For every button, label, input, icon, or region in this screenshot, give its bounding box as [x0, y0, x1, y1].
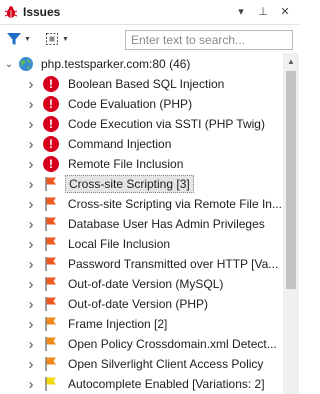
tree-root-node[interactable]: ⌄ php.testsparker.com:80 (46) — [0, 54, 283, 74]
expand-arrow-icon[interactable]: › — [26, 374, 36, 394]
medium-severity-flag-icon — [43, 336, 59, 352]
issue-label: Code Execution via SSTI (PHP Twig) — [68, 117, 265, 131]
tree-issue-row[interactable]: › Password Transmitted over HTTP [Va... — [0, 254, 283, 274]
search-input[interactable] — [126, 31, 292, 49]
critical-severity-icon: ! — [43, 136, 59, 152]
tree-issue-row[interactable]: ›! Remote File Inclusion — [0, 154, 283, 174]
tree-issue-row[interactable]: › Open Policy Crossdomain.xml Detect... — [0, 334, 283, 354]
search-box[interactable] — [125, 30, 293, 50]
issue-label: Open Silverlight Client Access Policy — [68, 357, 264, 371]
critical-severity-icon: ! — [43, 156, 59, 172]
expand-arrow-icon[interactable]: › — [26, 354, 36, 374]
expand-arrow-icon[interactable]: › — [26, 274, 36, 294]
expand-arrow-icon[interactable]: › — [26, 314, 36, 334]
issues-toolbar: ▼ ▼ — [0, 25, 299, 53]
low-severity-flag-icon — [43, 376, 59, 392]
group-icon — [46, 33, 58, 45]
expand-arrow-icon[interactable]: › — [26, 334, 36, 354]
tree-issue-row[interactable]: › Cross-site Scripting [3] — [0, 174, 283, 194]
critical-severity-icon: ! — [43, 96, 59, 112]
expand-arrow-icon[interactable]: › — [26, 154, 36, 174]
scrollbar-thumb[interactable] — [286, 71, 296, 289]
tree-issue-row[interactable]: › Autocomplete Enabled [Variations: 2] — [0, 374, 283, 394]
tree-issue-row[interactable]: › Out-of-date Version (MySQL) — [0, 274, 283, 294]
high-severity-flag-icon — [43, 256, 59, 272]
tree-issue-row[interactable]: › Local File Inclusion — [0, 234, 283, 254]
tree-issue-row[interactable]: › Out-of-date Version (PHP) — [0, 294, 283, 314]
medium-severity-flag-icon — [43, 316, 59, 332]
panel-title: Issues — [23, 5, 61, 19]
issue-label: Command Injection — [68, 137, 172, 151]
issues-tree: ⌄ php.testsparker.com:80 (46) ›! Boolean … — [0, 53, 283, 394]
bug-icon — [3, 4, 19, 20]
expand-arrow-icon[interactable]: › — [26, 294, 36, 314]
panel-titlebar: Issues ▾ ⊥ ✕ — [0, 0, 299, 25]
group-by-button[interactable]: ▼ — [44, 29, 74, 49]
issue-label: Autocomplete Enabled [Variations: 2] — [68, 377, 265, 391]
tree-issue-row[interactable]: › Cross-site Scripting via Remote File In… — [0, 194, 283, 214]
expand-arrow-icon[interactable]: › — [26, 194, 36, 214]
high-severity-flag-icon — [43, 276, 59, 292]
chevron-down-icon: ▼ — [62, 35, 69, 43]
collapse-arrow-icon[interactable]: ⌄ — [4, 54, 14, 74]
expand-arrow-icon[interactable]: › — [26, 134, 36, 154]
tree-issue-row[interactable]: ›! Command Injection — [0, 134, 283, 154]
critical-severity-icon: ! — [43, 116, 59, 132]
tree-issue-row[interactable]: ›! Code Evaluation (PHP) — [0, 94, 283, 114]
close-icon[interactable]: ✕ — [277, 4, 293, 20]
tree-issue-row[interactable]: ›! Code Execution via SSTI (PHP Twig) — [0, 114, 283, 134]
high-severity-flag-icon — [43, 236, 59, 252]
issue-label: Database User Has Admin Privileges — [68, 217, 265, 231]
vertical-scrollbar[interactable]: ▲ — [283, 53, 299, 394]
critical-severity-icon: ! — [43, 76, 59, 92]
issue-label: Password Transmitted over HTTP [Va... — [68, 257, 279, 271]
issue-label: Out-of-date Version (PHP) — [68, 297, 209, 311]
scroll-up-arrow-icon[interactable]: ▲ — [283, 53, 299, 70]
expand-arrow-icon[interactable]: › — [26, 114, 36, 134]
pin-icon[interactable]: ⊥ — [255, 4, 271, 20]
expand-arrow-icon[interactable]: › — [26, 234, 36, 254]
chevron-down-icon: ▼ — [24, 35, 31, 43]
high-severity-flag-icon — [43, 296, 59, 312]
high-severity-flag-icon — [43, 176, 59, 192]
issue-label: Local File Inclusion — [68, 237, 171, 251]
issue-label: Boolean Based SQL Injection — [68, 77, 225, 91]
panel-menu-dropdown-icon[interactable]: ▾ — [233, 4, 249, 20]
globe-icon — [18, 56, 34, 72]
issue-label: Open Policy Crossdomain.xml Detect... — [68, 337, 277, 351]
issue-label: Cross-site Scripting via Remote File In.… — [67, 197, 282, 211]
expand-arrow-icon[interactable]: › — [26, 254, 36, 274]
high-severity-flag-icon — [43, 216, 59, 232]
issue-label: Remote File Inclusion — [68, 157, 184, 171]
filter-button[interactable]: ▼ — [6, 29, 36, 49]
tree-issue-row[interactable]: › Open Silverlight Client Access Policy — [0, 354, 283, 374]
expand-arrow-icon[interactable]: › — [26, 94, 36, 114]
issue-label: Code Evaluation (PHP) — [68, 97, 193, 111]
filter-icon — [7, 33, 21, 45]
issue-label: Out-of-date Version (MySQL) — [68, 277, 224, 291]
issue-label: Cross-site Scripting [3] — [65, 175, 194, 193]
medium-severity-flag-icon — [43, 356, 59, 372]
expand-arrow-icon[interactable]: › — [26, 214, 36, 234]
tree-root-label: php.testsparker.com:80 (46) — [41, 57, 191, 71]
tree-issue-row[interactable]: › Frame Injection [2] — [0, 314, 283, 334]
expand-arrow-icon[interactable]: › — [26, 174, 36, 194]
tree-issue-row[interactable]: ›! Boolean Based SQL Injection — [0, 74, 283, 94]
tree-issue-row[interactable]: › Database User Has Admin Privileges — [0, 214, 283, 234]
expand-arrow-icon[interactable]: › — [26, 74, 36, 94]
high-severity-flag-icon — [43, 196, 59, 212]
issue-label: Frame Injection [2] — [68, 317, 168, 331]
